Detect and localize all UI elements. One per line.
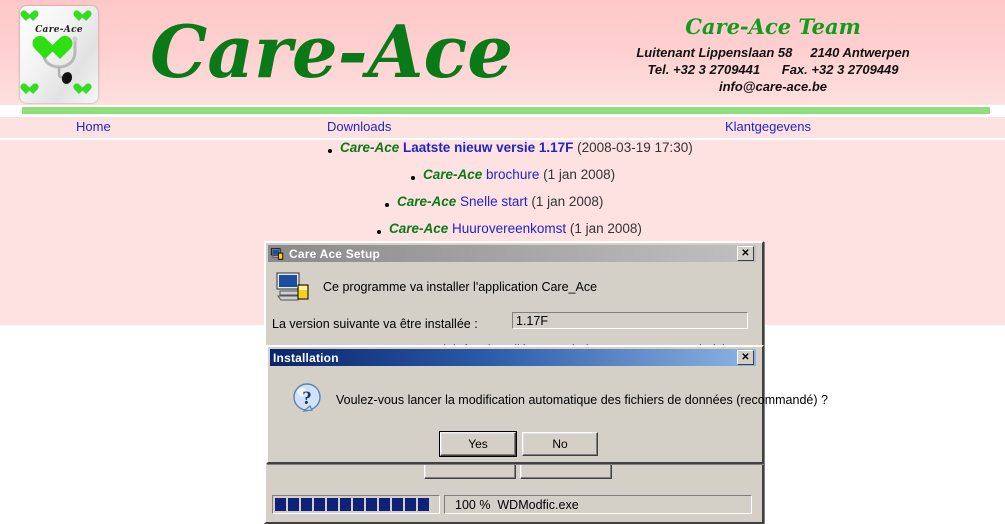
header-divider <box>22 107 990 114</box>
download-date: (1 jan 2008) <box>569 221 642 236</box>
progress-block <box>353 498 364 511</box>
progress-block <box>301 498 312 511</box>
contact-address: Luitenant Lippenslaan 58 2140 Antwerpen … <box>636 45 910 94</box>
progress-block <box>314 498 325 511</box>
heart-icon <box>26 11 39 23</box>
bullet-icon <box>377 230 381 234</box>
setup-title-text: Care Ace Setup <box>289 246 381 261</box>
installation-body: ? Voulez-vous lancer la modification aut… <box>270 368 828 458</box>
list-item: Care-Ace Laatste nieuw versie 1.17F (200… <box>0 140 1005 167</box>
download-date: (1 jan 2008) <box>531 194 604 209</box>
download-link[interactable]: Huurovereenkomst <box>452 221 566 236</box>
bullet-icon <box>385 203 389 207</box>
progress-block <box>392 498 403 511</box>
brand-label: Care-Ace <box>397 194 457 209</box>
team-title: Care-Ace Team <box>685 14 861 39</box>
setup-intro-text: Ce programme va installer l'application … <box>323 280 598 294</box>
yes-button[interactable]: Yes <box>439 431 517 457</box>
installation-message: Voulez-vous lancer la modification autom… <box>336 393 828 407</box>
svg-text:?: ? <box>302 388 312 409</box>
download-date: (1 jan 2008) <box>543 167 616 182</box>
computer-install-icon <box>276 272 309 301</box>
progress-bar <box>272 495 440 514</box>
progress-block <box>275 498 286 511</box>
download-link[interactable]: brochure <box>486 167 539 182</box>
setup-version-label: La version suivante va être installée : <box>272 317 478 331</box>
brand-label: Care-Ace <box>423 167 483 182</box>
heart-icon <box>79 11 92 23</box>
download-date: (2008-03-19 17:30) <box>577 140 693 155</box>
progress-status-text: 100 % WDModfic.exe <box>444 495 752 514</box>
site-header: Care-Ace Care-Ace Care-Ace Team Luitenan… <box>0 0 1005 105</box>
download-link[interactable]: Laatste nieuw versie 1.17F <box>403 140 573 155</box>
nav-item-klantgegevens[interactable]: Klantgegevens <box>725 119 811 134</box>
green-heart-icon <box>45 37 73 62</box>
setup-status-bar: 100 % WDModfic.exe <box>272 495 752 514</box>
progress-block <box>327 498 338 511</box>
installation-title-text: Installation <box>273 350 339 365</box>
setup-computer-icon <box>270 247 284 260</box>
no-button[interactable]: No <box>522 432 598 456</box>
installation-dialog: Installation ✕ ? Voulez-vous lancer la m… <box>266 345 828 464</box>
nav-item-downloads[interactable]: Downloads <box>327 119 391 134</box>
nav-item-home[interactable]: Home <box>76 119 111 134</box>
progress-block <box>418 498 429 511</box>
bullet-icon <box>411 176 415 180</box>
progress-block <box>405 498 416 511</box>
installation-title-bar[interactable]: Installation ✕ <box>270 349 756 366</box>
progress-block <box>288 498 299 511</box>
progress-block <box>379 498 390 511</box>
progress-block <box>340 498 351 511</box>
brand-label: Care-Ace <box>340 140 400 155</box>
setup-version-field[interactable]: 1.17F <box>512 312 748 329</box>
close-icon[interactable]: ✕ <box>737 246 754 261</box>
bullet-icon <box>328 149 332 153</box>
question-mark-icon: ? <box>293 383 321 412</box>
progress-block <box>366 498 377 511</box>
care-ace-logo: Care-Ace <box>20 6 98 103</box>
list-item: Care-Ace brochure (1 jan 2008) <box>0 167 1005 194</box>
nav-bar: Home Downloads Klantgegevens <box>0 117 1005 138</box>
close-icon[interactable]: ✕ <box>737 350 754 365</box>
list-item: Care-Ace Snelle start (1 jan 2008) <box>0 194 1005 221</box>
download-link[interactable]: Snelle start <box>460 194 528 209</box>
brand-label: Care-Ace <box>389 221 449 236</box>
setup-title-bar[interactable]: Care Ace Setup ✕ <box>268 245 756 262</box>
page-title: Care-Ace <box>150 9 514 94</box>
